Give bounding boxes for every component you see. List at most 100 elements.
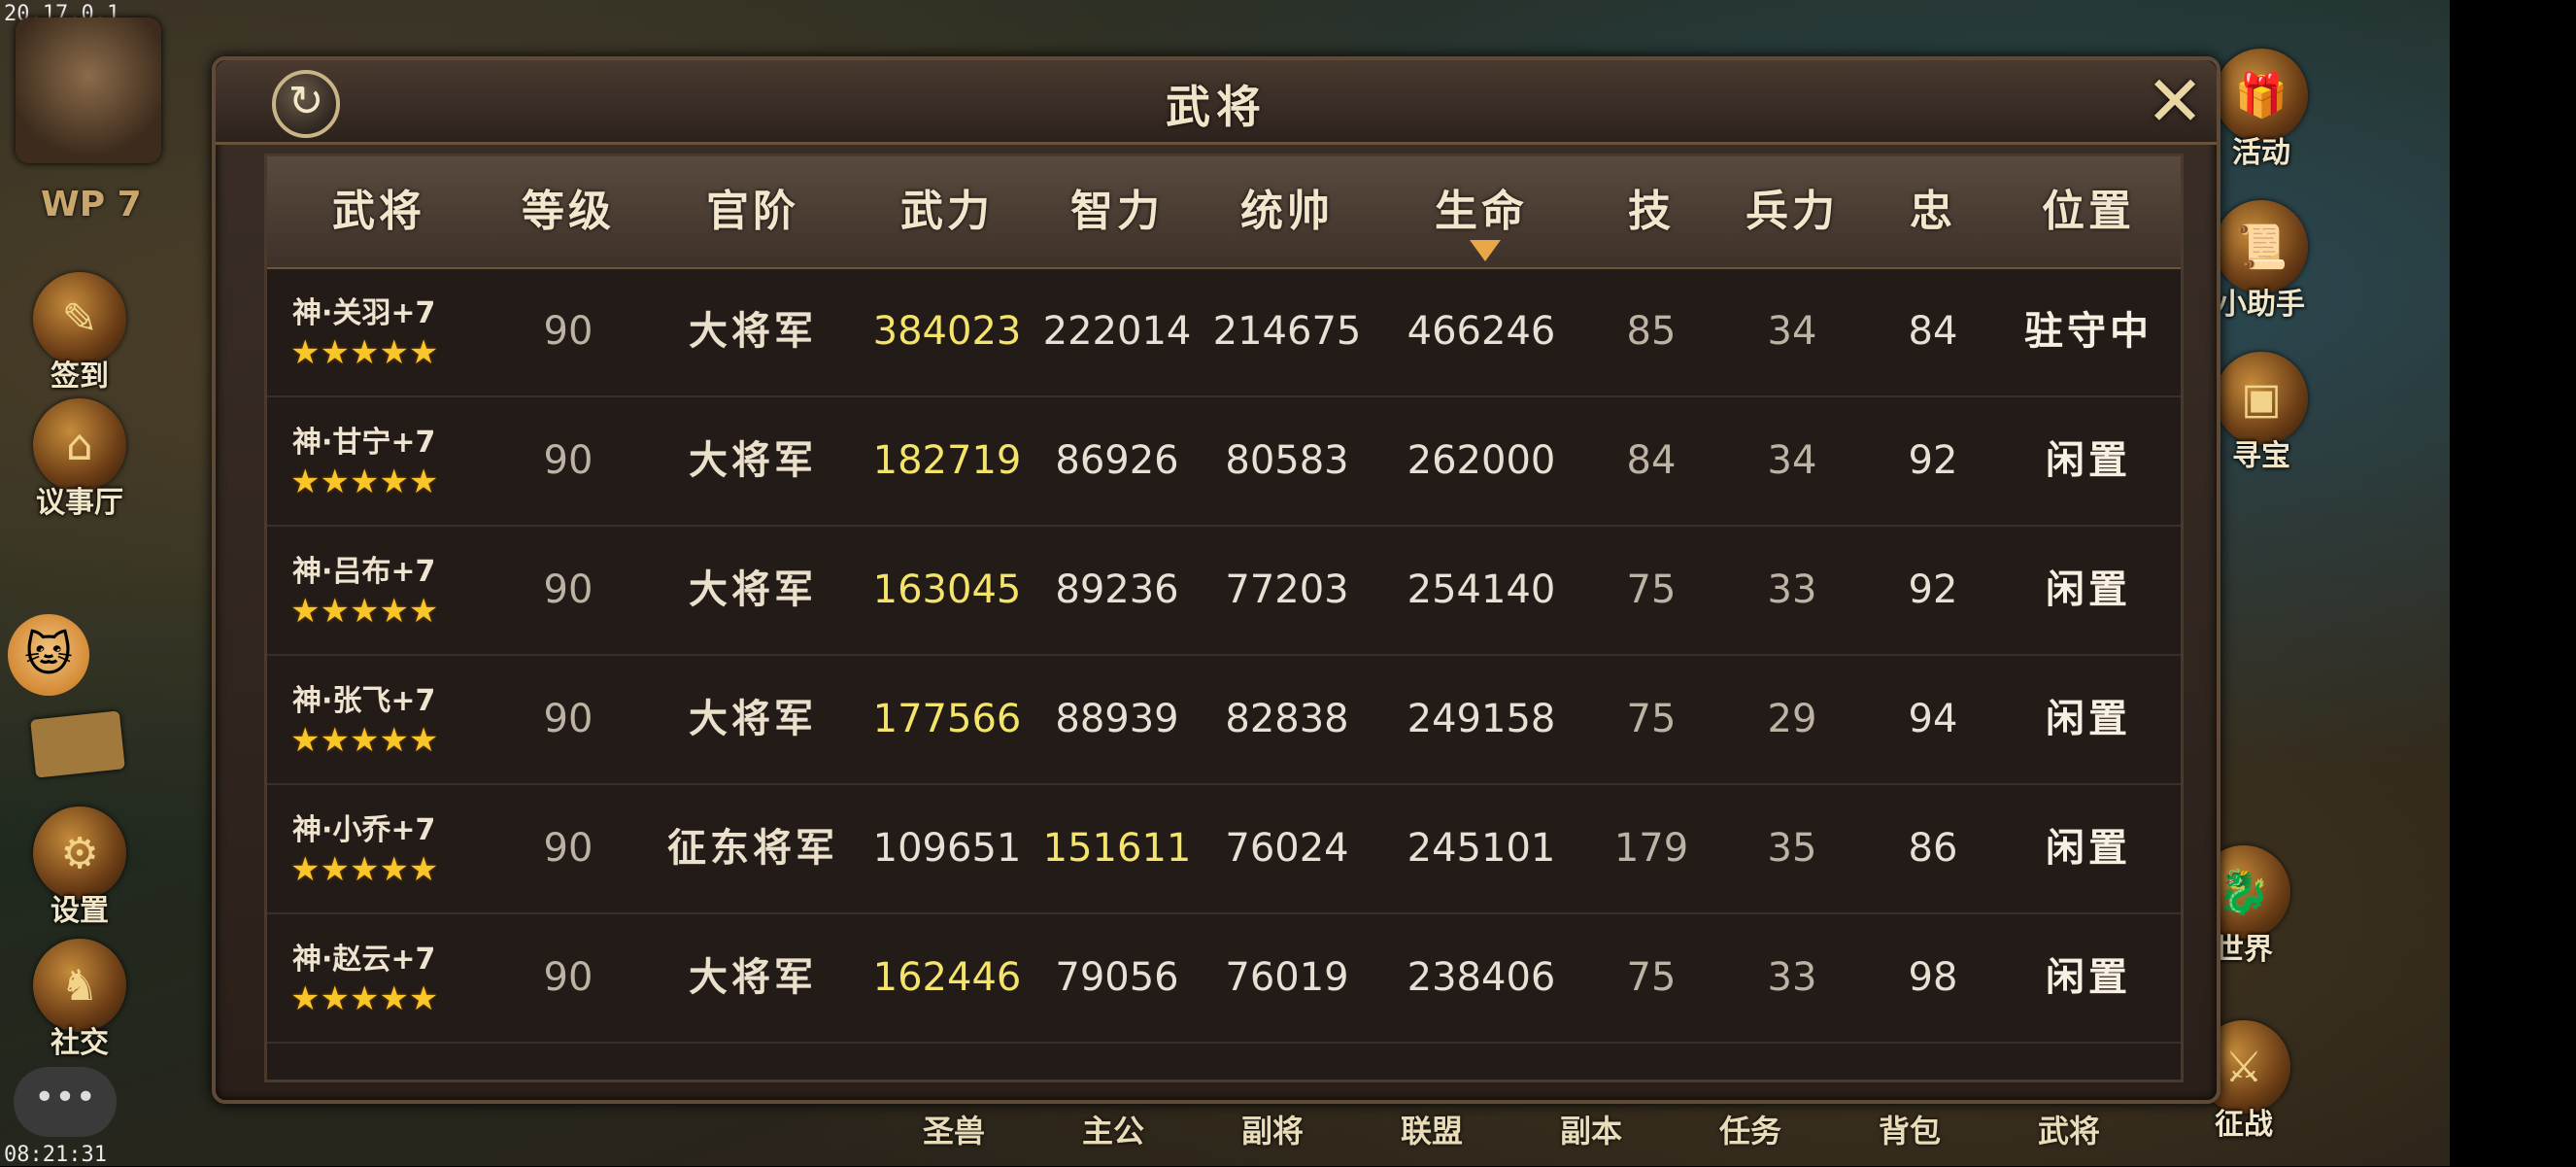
mail-icon[interactable] [30, 710, 125, 778]
activity-button[interactable]: 🎁 活动 [2203, 49, 2320, 171]
cell-intel: 79056 [1055, 955, 1179, 1000]
cell-level: 90 [543, 438, 593, 483]
cell-hp: 262000 [1407, 438, 1556, 483]
bottom-nav: 圣兽 主公 副将 联盟 副本 任务 背包 武将 [874, 1096, 2234, 1166]
table-row[interactable]: 神·小乔+7 ★★★★★ 90 征东将军 109651 151611 76024 245101… [267, 784, 2181, 914]
cell-loyalty: 94 [1908, 697, 1958, 741]
generals-table[interactable]: 武将 等级 官阶 武力 智力 统帅 生命 技 兵力 忠 位置 神·关羽+7 ★★★… [264, 154, 2184, 1082]
col-force[interactable]: 武力 [860, 156, 1034, 267]
cell-skill: 75 [1626, 955, 1677, 1000]
activity-label: 活动 [2232, 136, 2290, 170]
cell-command: 214675 [1212, 309, 1362, 354]
cell-troops: 34 [1767, 438, 1817, 483]
cell-force: 109651 [872, 826, 1022, 871]
treasure-button[interactable]: ▣ 寻宝 [2203, 352, 2320, 474]
cell-level: 90 [543, 309, 593, 354]
cell-force: 177566 [872, 697, 1022, 741]
signin-label: 签到 [51, 360, 109, 394]
cell-troops: 34 [1767, 309, 1817, 354]
cell-loyalty: 84 [1908, 309, 1958, 354]
player-avatar[interactable] [16, 17, 161, 163]
cell-rank: 大将军 [689, 567, 817, 612]
cell-troops: 33 [1767, 567, 1817, 612]
clock-label: 08:21:31 [4, 1143, 107, 1167]
panel-title: 武将 [1166, 81, 1267, 133]
col-troops[interactable]: 兵力 [1714, 156, 1870, 267]
nav-beast[interactable]: 圣兽 [874, 1096, 1034, 1166]
hall-button[interactable]: ⌂ 议事厅 [21, 398, 138, 521]
cell-command: 80583 [1225, 438, 1349, 483]
cell-position: 驻守中 [2024, 309, 2152, 354]
cell-troops: 33 [1767, 955, 1817, 1000]
general-name: 神·关羽+7 [292, 296, 436, 330]
cell-hp: 254140 [1407, 567, 1556, 612]
cell-rank: 大将军 [689, 309, 817, 354]
col-rank[interactable]: 官阶 [646, 156, 860, 267]
general-name: 神·赵云+7 [292, 943, 436, 977]
table-row[interactable]: 神·关羽+7 ★★★★★ 90 大将军 384023 222014 214675 466246… [267, 267, 2181, 397]
table-row[interactable]: 神·吕布+7 ★★★★★ 90 大将军 163045 89236 77203 254140 75… [267, 526, 2181, 656]
cell-hp: 238406 [1407, 955, 1556, 1000]
panel-titlebar: ↻ 武将 ✕ [216, 60, 2217, 145]
cell-command: 76019 [1225, 955, 1349, 1000]
star-rating-icon: ★★★★★ [290, 463, 439, 501]
cell-position: 闲置 [2046, 955, 2131, 1000]
nav-quest[interactable]: 任务 [1671, 1096, 1830, 1166]
cell-force: 182719 [872, 438, 1022, 483]
nav-dungeon[interactable]: 副本 [1511, 1096, 1671, 1166]
chat-button[interactable]: ••• [14, 1067, 117, 1137]
nav-bag[interactable]: 背包 [1830, 1096, 1989, 1166]
star-rating-icon: ★★★★★ [290, 979, 439, 1018]
signin-button[interactable]: ✎ 签到 [21, 272, 138, 395]
cell-skill: 84 [1626, 438, 1677, 483]
col-skill[interactable]: 技 [1588, 156, 1714, 267]
cell-intel: 88939 [1055, 697, 1179, 741]
nav-lord[interactable]: 主公 [1034, 1096, 1193, 1166]
nav-generals[interactable]: 武将 [1989, 1096, 2149, 1166]
cell-rank: 大将军 [689, 955, 817, 1000]
star-rating-icon: ★★★★★ [290, 592, 439, 631]
col-loyalty[interactable]: 忠 [1870, 156, 1996, 267]
cell-intel: 89236 [1055, 567, 1179, 612]
star-rating-icon: ★★★★★ [290, 333, 439, 372]
hall-label: 议事厅 [36, 486, 123, 520]
general-name: 神·甘宁+7 [292, 426, 436, 460]
wp-label: WP 7 [41, 185, 142, 224]
cell-position: 闲置 [2046, 567, 2131, 612]
cell-force: 162446 [872, 955, 1022, 1000]
cell-hp: 249158 [1407, 697, 1556, 741]
table-row[interactable]: 神·甘宁+7 ★★★★★ 90 大将军 182719 86926 80583 262000 84… [267, 396, 2181, 527]
cell-command: 77203 [1225, 567, 1349, 612]
settings-label: 设置 [51, 894, 109, 928]
general-name: 神·张飞+7 [292, 684, 436, 718]
cell-loyalty: 98 [1908, 955, 1958, 1000]
col-general[interactable]: 武将 [267, 156, 491, 267]
cell-position: 闲置 [2046, 697, 2131, 741]
col-command[interactable]: 统帅 [1200, 156, 1374, 267]
col-position[interactable]: 位置 [1996, 156, 2181, 267]
nav-alliance[interactable]: 联盟 [1352, 1096, 1511, 1166]
cell-position: 闲置 [2046, 438, 2131, 483]
cell-rank: 征东将军 [667, 826, 838, 871]
close-icon[interactable]: ✕ [2145, 66, 2205, 136]
general-name: 神·小乔+7 [292, 813, 436, 847]
cell-position: 闲置 [2046, 826, 2131, 871]
cell-troops: 29 [1767, 697, 1817, 741]
social-button[interactable]: ♞ 社交 [21, 939, 138, 1061]
col-intel[interactable]: 智力 [1034, 156, 1200, 267]
cell-loyalty: 92 [1908, 567, 1958, 612]
cell-skill: 85 [1626, 309, 1677, 354]
cell-level: 90 [543, 826, 593, 871]
table-row[interactable]: 神·张飞+7 ★★★★★ 90 大将军 177566 88939 82838 249158 75… [267, 655, 2181, 785]
cell-hp: 245101 [1407, 826, 1556, 871]
col-level[interactable]: 等级 [491, 156, 646, 267]
settings-button[interactable]: ⚙ 设置 [21, 807, 138, 929]
cell-skill: 179 [1613, 826, 1689, 871]
nav-deputy[interactable]: 副将 [1193, 1096, 1352, 1166]
helper-button[interactable]: 📜 小助手 [2203, 200, 2320, 323]
table-row[interactable]: 神·赵云+7 ★★★★★ 90 大将军 162446 79056 76019 238406 75… [267, 913, 2181, 1044]
cell-troops: 35 [1767, 826, 1817, 871]
assistant-cat-icon[interactable]: 🐱 [8, 614, 89, 696]
cell-command: 76024 [1225, 826, 1349, 871]
cell-skill: 75 [1626, 567, 1677, 612]
